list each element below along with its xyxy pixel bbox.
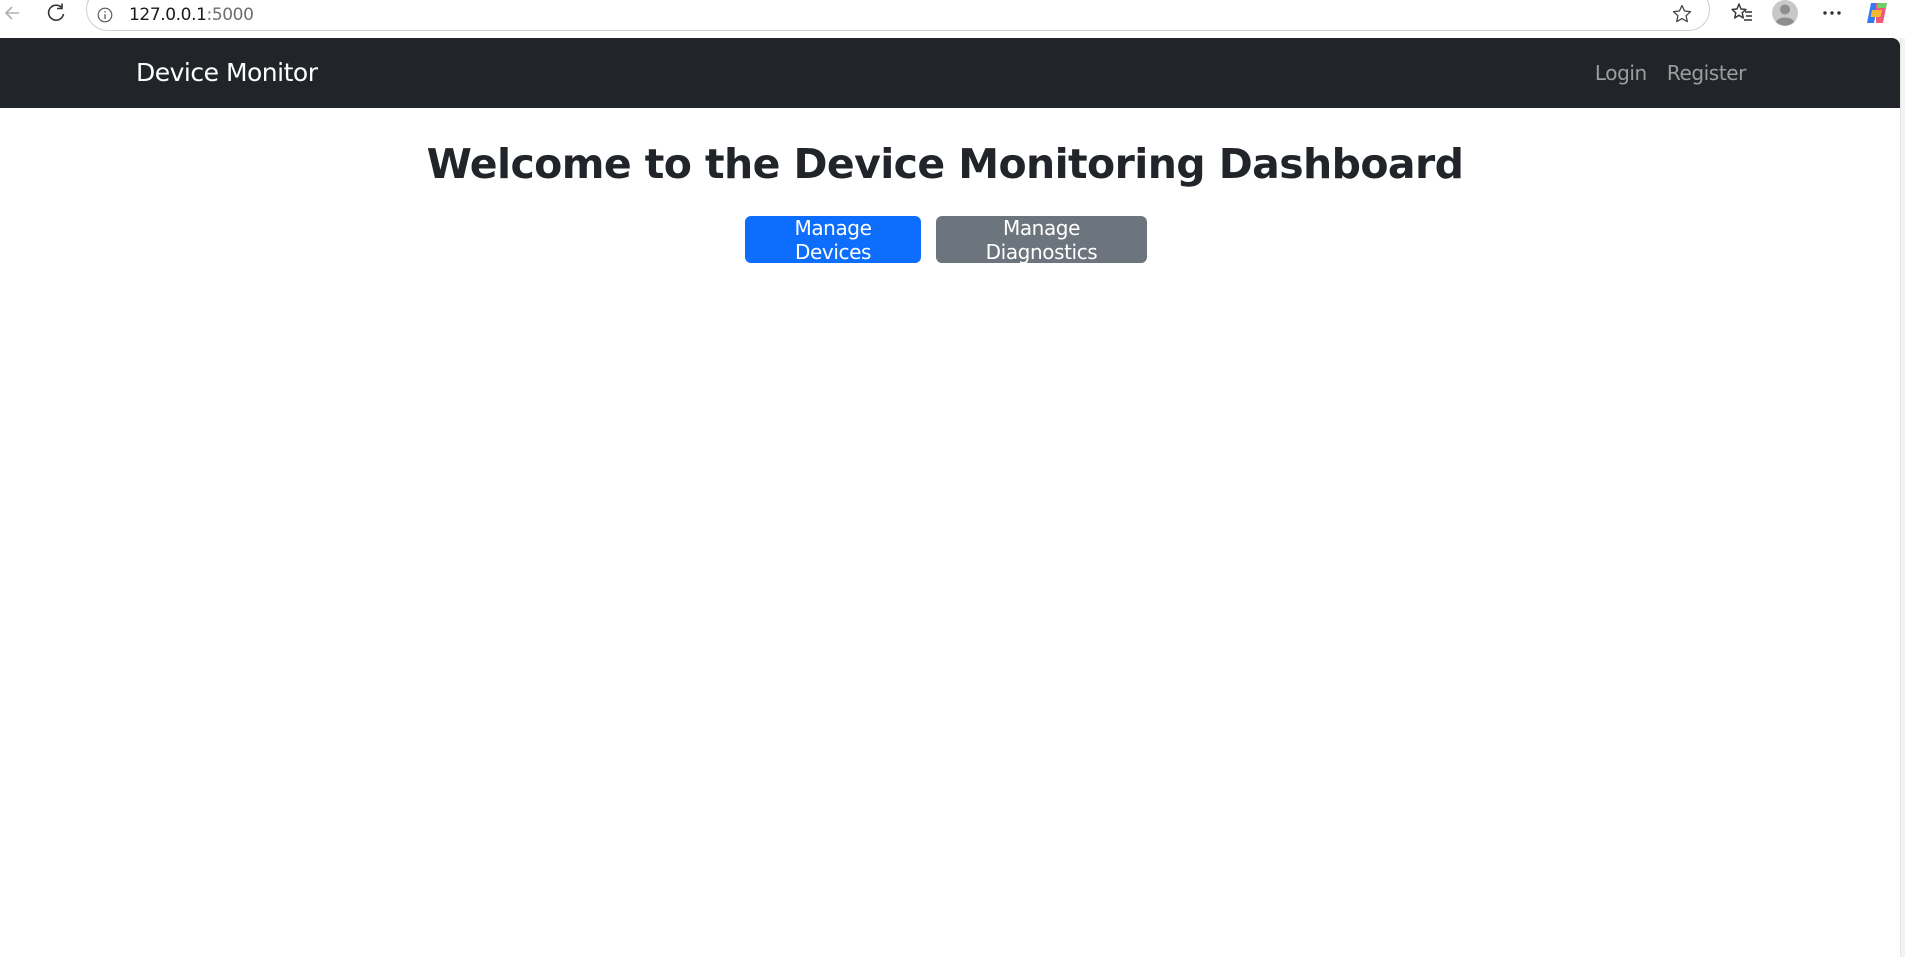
back-button[interactable] [0, 0, 26, 26]
back-arrow-icon [4, 6, 19, 20]
more-icon [1823, 11, 1841, 15]
nav-links: Login Register [1595, 61, 1747, 85]
manage-devices-button[interactable]: Manage Devices [745, 216, 921, 264]
favorites-button[interactable] [1729, 0, 1755, 26]
url-port: :5000 [206, 5, 254, 25]
nav-link-register[interactable]: Register [1667, 61, 1747, 85]
favorites-icon [1731, 3, 1752, 21]
copilot-icon [1867, 3, 1887, 23]
url-text[interactable]: 127.0.0.1:5000 [129, 5, 254, 25]
url-host: 127.0.0.1 [129, 5, 207, 25]
navbar-brand[interactable]: Device Monitor [136, 58, 318, 87]
page-edge [1900, 38, 1905, 957]
action-buttons: Manage Devices Manage Diagnostics [745, 216, 1147, 264]
copilot-button[interactable] [1863, 0, 1891, 26]
more-button[interactable] [1819, 0, 1845, 26]
site-info-icon[interactable] [97, 7, 113, 23]
nav-link-login[interactable]: Login [1595, 61, 1647, 85]
star-icon[interactable] [1671, 3, 1693, 25]
main-content: Welcome to the Device Monitoring Dashboa… [0, 108, 1900, 957]
profile-icon [1772, 0, 1798, 26]
reload-icon [47, 3, 65, 21]
reload-button[interactable] [42, 0, 70, 26]
manage-diagnostics-button[interactable]: Manage Diagnostics [936, 216, 1147, 264]
profile-button[interactable] [1771, 0, 1799, 26]
navbar: Device Monitor Login Register [0, 38, 1900, 108]
browser-toolbar: 127.0.0.1:5000 [0, 0, 1905, 38]
page-title: Welcome to the Device Monitoring Dashboa… [426, 140, 1464, 188]
address-bar[interactable]: 127.0.0.1:5000 [86, 0, 1710, 31]
